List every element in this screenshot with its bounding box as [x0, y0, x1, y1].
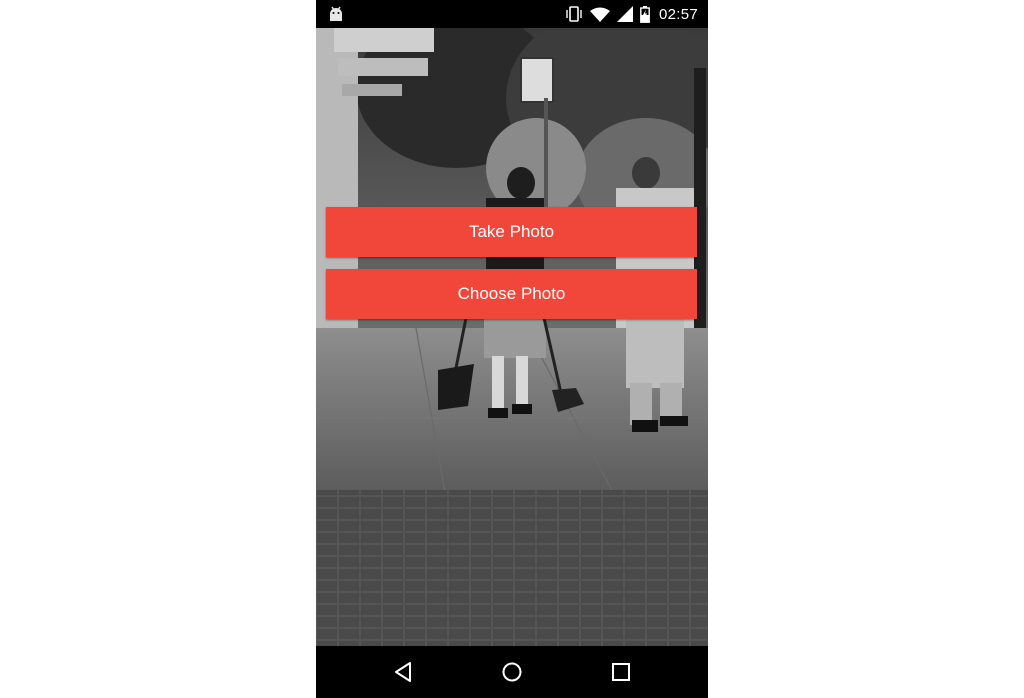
wifi-icon: [589, 7, 610, 22]
status-bar: 02:57: [316, 0, 708, 28]
choose-photo-button[interactable]: Choose Photo: [326, 269, 697, 319]
android-debug-icon: [328, 5, 344, 28]
cell-signal-icon: [616, 6, 633, 22]
background-photo: [316, 28, 708, 646]
back-icon[interactable]: [390, 659, 416, 685]
home-icon[interactable]: [499, 659, 525, 685]
status-clock: 02:57: [658, 5, 698, 23]
vibrate-icon: [565, 6, 583, 22]
recents-icon[interactable]: [608, 659, 634, 685]
phone-screen: 02:57 Take Photo Choose Photo: [316, 0, 708, 698]
battery-charging-icon: [640, 5, 650, 23]
navigation-bar: [316, 646, 708, 698]
take-photo-button[interactable]: Take Photo: [326, 207, 697, 257]
